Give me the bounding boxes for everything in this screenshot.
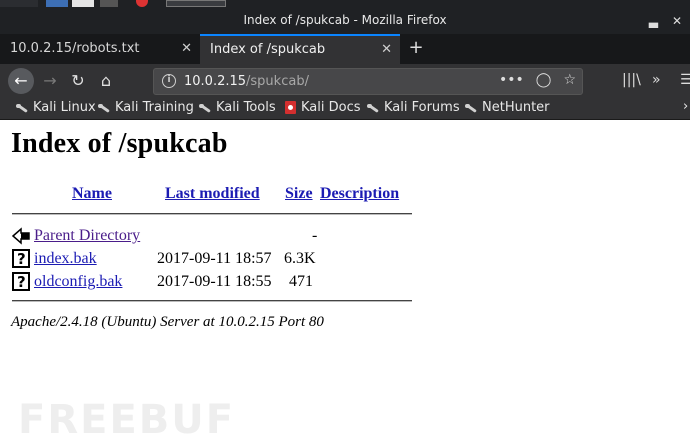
page-content: Index of /spukcab Name Last modified Siz… — [0, 121, 690, 444]
close-window-icon[interactable]: ✕ — [672, 14, 682, 28]
bookmark-kali-training[interactable]: Kali Training — [98, 100, 194, 115]
bookmark-kali-tools[interactable]: Kali Tools — [199, 100, 276, 115]
site-info-icon[interactable]: i — [162, 74, 176, 88]
url-actions: ••• ◯ ☆ — [499, 72, 576, 88]
back-icon[interactable]: ← — [8, 68, 34, 94]
unknown-file-icon: ? — [12, 249, 30, 268]
bookmark-nethunter[interactable]: NetHunter — [465, 100, 550, 115]
server-signature: Apache/2.4.18 (Ubuntu) Server at 10.0.2.… — [11, 314, 324, 330]
back-arrow-icon — [12, 227, 30, 245]
minimize-icon[interactable]: ▃ — [649, 14, 658, 28]
bookmark-star-icon[interactable]: ☆ — [563, 72, 576, 88]
bookmarks-toolbar: Kali Linux Kali Training Kali Tools Kali… — [0, 98, 690, 120]
bookmark-kali-docs[interactable]: Kali Docs — [285, 100, 361, 115]
url-bar[interactable]: i 10.0.2.15/spukcab/ ••• ◯ ☆ — [153, 68, 583, 95]
kali-dragon-icon — [199, 103, 211, 113]
navigation-toolbar: ← → ↻ ⌂ i 10.0.2.15/spukcab/ ••• ◯ ☆ |||… — [0, 64, 690, 98]
tab-robots[interactable]: 10.0.2.15/robots.txt ✕ — [0, 34, 200, 64]
page-actions-icon[interactable]: ••• — [499, 72, 524, 88]
size-cell: - — [312, 227, 318, 244]
file-link[interactable]: index.bak — [34, 250, 97, 268]
hamburger-menu-icon[interactable]: ☰ — [680, 72, 690, 88]
kali-dragon-icon — [367, 103, 379, 113]
divider — [12, 213, 412, 215]
watermark: FREEBUF — [18, 397, 236, 443]
window-title: Index of /spukcab - Mozilla Firefox — [243, 13, 447, 27]
size-cell: 6.3K — [284, 250, 316, 267]
kali-docs-icon — [285, 101, 296, 114]
bookmark-label: Kali Tools — [216, 100, 276, 115]
url-host: 10.0.2.15 — [184, 74, 247, 89]
tab-close-icon[interactable]: ✕ — [381, 36, 392, 63]
pocket-icon[interactable]: ◯ — [536, 72, 552, 88]
column-modified-link[interactable]: Last modified — [165, 185, 260, 203]
tab-spukcab[interactable]: Index of /spukcab ✕ — [200, 34, 400, 64]
parent-directory-link[interactable]: Parent Directory — [34, 227, 140, 245]
reload-icon[interactable]: ↻ — [65, 68, 91, 94]
table-row: ? index.bak 2017-09-11 18:57 6.3K — [12, 248, 412, 270]
window-controls: ▃ ✕ — [649, 14, 682, 28]
tab-strip: 10.0.2.15/robots.txt ✕ Index of /spukcab… — [0, 34, 690, 64]
bookmark-label: Kali Docs — [301, 100, 361, 115]
divider — [12, 300, 412, 302]
url-text[interactable]: 10.0.2.15/spukcab/ — [184, 74, 309, 89]
table-row: ? oldconfig.bak 2017-09-11 18:55 471 — [12, 271, 412, 293]
tab-label: Index of /spukcab — [210, 42, 326, 57]
column-name-link[interactable]: Name — [72, 185, 112, 203]
bookmark-label: Kali Linux — [33, 100, 96, 115]
bookmark-label: NetHunter — [482, 100, 550, 115]
new-tab-icon[interactable]: + — [405, 34, 427, 64]
column-description-link[interactable]: Description — [320, 185, 399, 203]
library-icon[interactable]: |||\ — [622, 72, 641, 88]
url-path: /spukcab/ — [246, 74, 309, 89]
size-cell: 471 — [289, 273, 313, 290]
unknown-file-icon: ? — [12, 272, 30, 291]
overflow-menu-icon[interactable]: » — [652, 72, 661, 88]
bookmark-kali-forums[interactable]: Kali Forums — [367, 100, 460, 115]
bookmarks-overflow-icon[interactable]: › — [683, 99, 688, 114]
bookmark-kali-linux[interactable]: Kali Linux — [16, 100, 96, 115]
nethunter-icon — [465, 103, 477, 113]
column-size-link[interactable]: Size — [285, 185, 313, 203]
kali-dragon-icon — [16, 103, 28, 113]
bookmark-label: Kali Training — [115, 100, 194, 115]
page-heading: Index of /spukcab — [11, 128, 228, 159]
tab-close-icon[interactable]: ✕ — [181, 34, 192, 63]
forward-icon[interactable]: → — [37, 68, 63, 94]
window-titlebar: Index of /spukcab - Mozilla Firefox ▃ ✕ — [0, 0, 690, 34]
kali-dragon-icon — [98, 103, 110, 113]
bookmark-label: Kali Forums — [384, 100, 460, 115]
modified-cell: 2017-09-11 18:55 — [157, 273, 272, 290]
table-row: Parent Directory - — [12, 225, 412, 247]
file-link[interactable]: oldconfig.bak — [34, 273, 122, 291]
modified-cell: 2017-09-11 18:57 — [157, 250, 272, 267]
home-icon[interactable]: ⌂ — [93, 68, 119, 94]
tab-label: 10.0.2.15/robots.txt — [10, 41, 140, 56]
